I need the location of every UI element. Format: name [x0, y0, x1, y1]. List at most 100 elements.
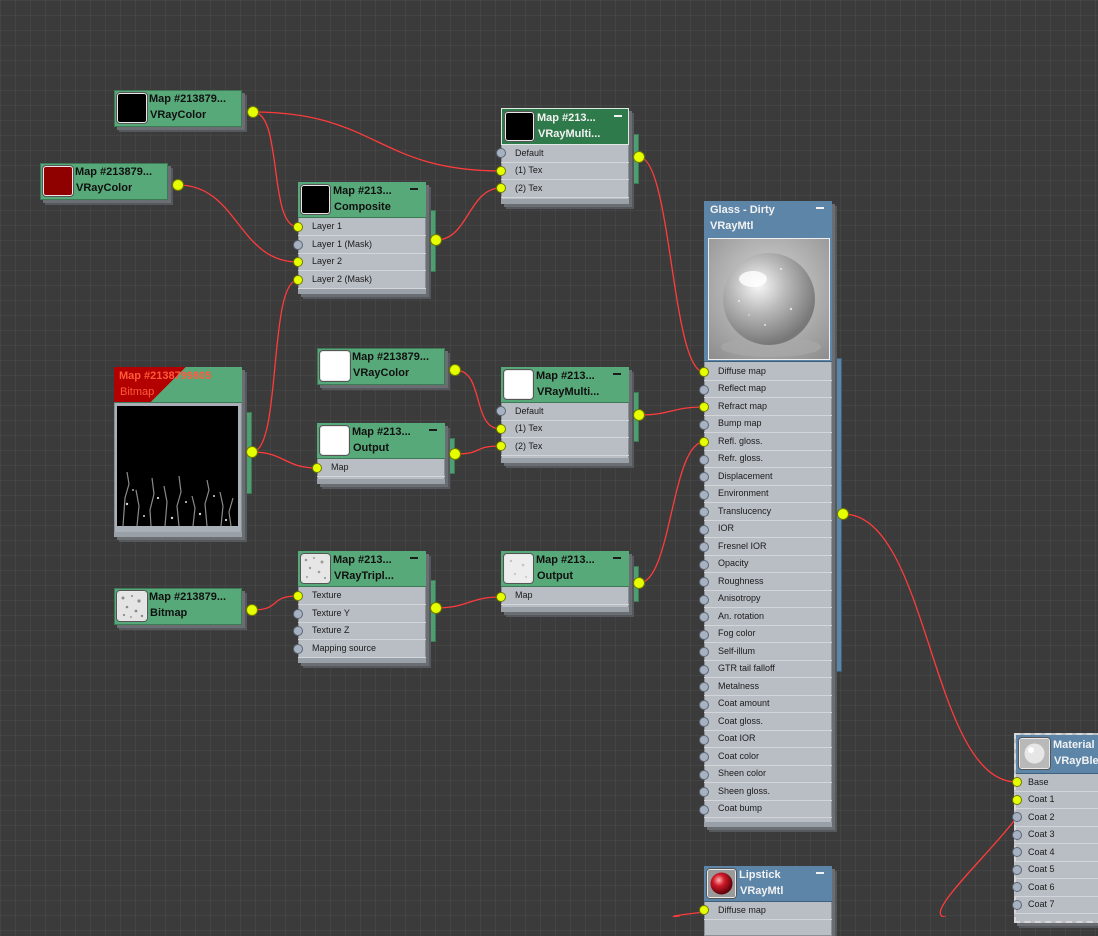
- wire[interactable]: [638, 406, 705, 416]
- slot-environment[interactable]: Environment: [704, 485, 832, 503]
- wire[interactable]: [939, 799, 1024, 917]
- slot-refl-gloss[interactable]: Refl. gloss.: [704, 433, 832, 451]
- input-socket[interactable]: [496, 441, 506, 451]
- slot-layer-2[interactable]: Layer 2: [298, 253, 426, 271]
- minimize-icon[interactable]: [613, 373, 621, 375]
- slot-ior[interactable]: IOR: [704, 520, 832, 538]
- wire[interactable]: [638, 441, 705, 584]
- wire[interactable]: [251, 595, 299, 611]
- input-socket[interactable]: [1012, 777, 1022, 787]
- slot-translucency[interactable]: Translucency: [704, 503, 832, 521]
- node-bitmap-small[interactable]: Map #213879... Bitmap: [114, 588, 242, 625]
- slot-refract-map[interactable]: Refract map: [704, 398, 832, 416]
- slot-gtr-tail-falloff[interactable]: GTR tail falloff: [704, 660, 832, 678]
- input-socket[interactable]: [496, 183, 506, 193]
- node-output-mid[interactable]: Map #213... Output Map: [317, 423, 445, 484]
- input-socket[interactable]: [293, 644, 303, 654]
- slot-map[interactable]: Map: [317, 459, 445, 477]
- wire[interactable]: [251, 451, 318, 469]
- input-socket[interactable]: [1012, 900, 1022, 910]
- input-socket[interactable]: [293, 257, 303, 267]
- slot-coat-5[interactable]: Coat 5: [1014, 861, 1098, 879]
- input-socket[interactable]: [699, 507, 709, 517]
- slot-coat-7[interactable]: Coat 7: [1014, 896, 1098, 914]
- slot-sheen-color[interactable]: Sheen color: [704, 765, 832, 783]
- input-socket[interactable]: [699, 804, 709, 815]
- slot-coat-color[interactable]: Coat color: [704, 748, 832, 766]
- input-socket[interactable]: [496, 592, 506, 602]
- minimize-icon[interactable]: [816, 207, 824, 209]
- output-socket[interactable]: [633, 577, 645, 589]
- output-socket[interactable]: [247, 106, 259, 118]
- output-socket[interactable]: [633, 409, 645, 421]
- node-vraymulti-top[interactable]: Map #213... VRayMulti... Default (1) Tex…: [501, 108, 629, 204]
- slot-sheen-gloss[interactable]: Sheen gloss.: [704, 783, 832, 801]
- slot-metalness[interactable]: Metalness: [704, 678, 832, 696]
- input-socket[interactable]: [699, 717, 709, 727]
- slot-coat-gloss[interactable]: Coat gloss.: [704, 713, 832, 731]
- node-vraycolor-black[interactable]: Map #213879... VRayColor: [114, 90, 242, 127]
- slot-mapping-source[interactable]: Mapping source: [298, 640, 426, 658]
- input-socket[interactable]: [699, 769, 709, 780]
- input-socket[interactable]: [1012, 812, 1022, 822]
- slot-coat-3[interactable]: Coat 3: [1014, 826, 1098, 844]
- node-vraycolor-white[interactable]: Map #213879... VRayColor: [317, 348, 445, 385]
- wire[interactable]: [252, 111, 299, 228]
- input-socket[interactable]: [293, 609, 303, 619]
- slot-roughness[interactable]: Roughness: [704, 573, 832, 591]
- input-socket[interactable]: [496, 406, 506, 416]
- slot-coat-bump[interactable]: Coat bump: [704, 800, 832, 818]
- slot-layer-2-mask[interactable]: Layer 2 (Mask): [298, 271, 426, 289]
- slot-default[interactable]: Default: [501, 145, 629, 163]
- slot-tex-1[interactable]: (1) Tex: [501, 162, 629, 180]
- input-socket[interactable]: [699, 752, 709, 762]
- output-socket[interactable]: [837, 508, 849, 520]
- slot-coat-ior[interactable]: Coat IOR: [704, 730, 832, 748]
- slot-coat-2[interactable]: Coat 2: [1014, 809, 1098, 827]
- wire[interactable]: [251, 279, 299, 453]
- wire[interactable]: [638, 156, 705, 373]
- input-socket[interactable]: [699, 524, 709, 535]
- slot-bump-map[interactable]: Bump map: [704, 415, 832, 433]
- wire[interactable]: [842, 513, 1018, 783]
- input-socket[interactable]: [699, 437, 709, 447]
- input-socket[interactable]: [293, 222, 303, 232]
- input-socket[interactable]: [496, 424, 506, 434]
- input-socket[interactable]: [1012, 865, 1022, 875]
- input-socket[interactable]: [293, 240, 303, 250]
- input-socket[interactable]: [699, 384, 709, 395]
- node-bitmap-large[interactable]: Map #2138799805 Bitmap: [114, 367, 242, 537]
- input-socket[interactable]: [699, 682, 709, 692]
- slot-fresnel-ior[interactable]: Fresnel IOR: [704, 538, 832, 556]
- output-socket[interactable]: [449, 448, 461, 460]
- wire[interactable]: [435, 596, 502, 609]
- input-socket[interactable]: [699, 787, 709, 797]
- output-socket[interactable]: [172, 179, 184, 191]
- slot-anisotropy[interactable]: Anisotropy: [704, 590, 832, 608]
- output-socket[interactable]: [246, 446, 258, 458]
- input-socket[interactable]: [699, 402, 709, 412]
- slot-reflect-map[interactable]: Reflect map: [704, 380, 832, 398]
- input-socket[interactable]: [699, 367, 709, 377]
- input-socket[interactable]: [699, 734, 709, 745]
- slot-diffuse-map[interactable]: Diffuse map: [704, 902, 832, 920]
- node-composite[interactable]: Map #213... Composite Layer 1 Layer 1 (M…: [298, 182, 426, 294]
- slot-texture[interactable]: Texture: [298, 587, 426, 605]
- input-socket[interactable]: [293, 626, 303, 636]
- output-socket[interactable]: [246, 604, 258, 616]
- input-socket[interactable]: [312, 463, 322, 473]
- minimize-icon[interactable]: [429, 429, 437, 431]
- input-socket[interactable]: [699, 699, 709, 710]
- slot-tex-2[interactable]: (2) Tex: [501, 438, 629, 456]
- output-socket[interactable]: [449, 364, 461, 376]
- slot-base[interactable]: Base: [1014, 774, 1098, 792]
- node-vraycolor-red[interactable]: Map #213879... VRayColor: [40, 163, 168, 200]
- output-socket[interactable]: [430, 602, 442, 614]
- minimize-icon[interactable]: [613, 557, 621, 559]
- output-socket[interactable]: [430, 234, 442, 246]
- slot-refr-gloss[interactable]: Refr. gloss.: [704, 450, 832, 468]
- input-socket[interactable]: [496, 148, 506, 158]
- slot-default[interactable]: Default: [501, 403, 629, 421]
- output-socket[interactable]: [633, 151, 645, 163]
- slot-opacity[interactable]: Opacity: [704, 555, 832, 573]
